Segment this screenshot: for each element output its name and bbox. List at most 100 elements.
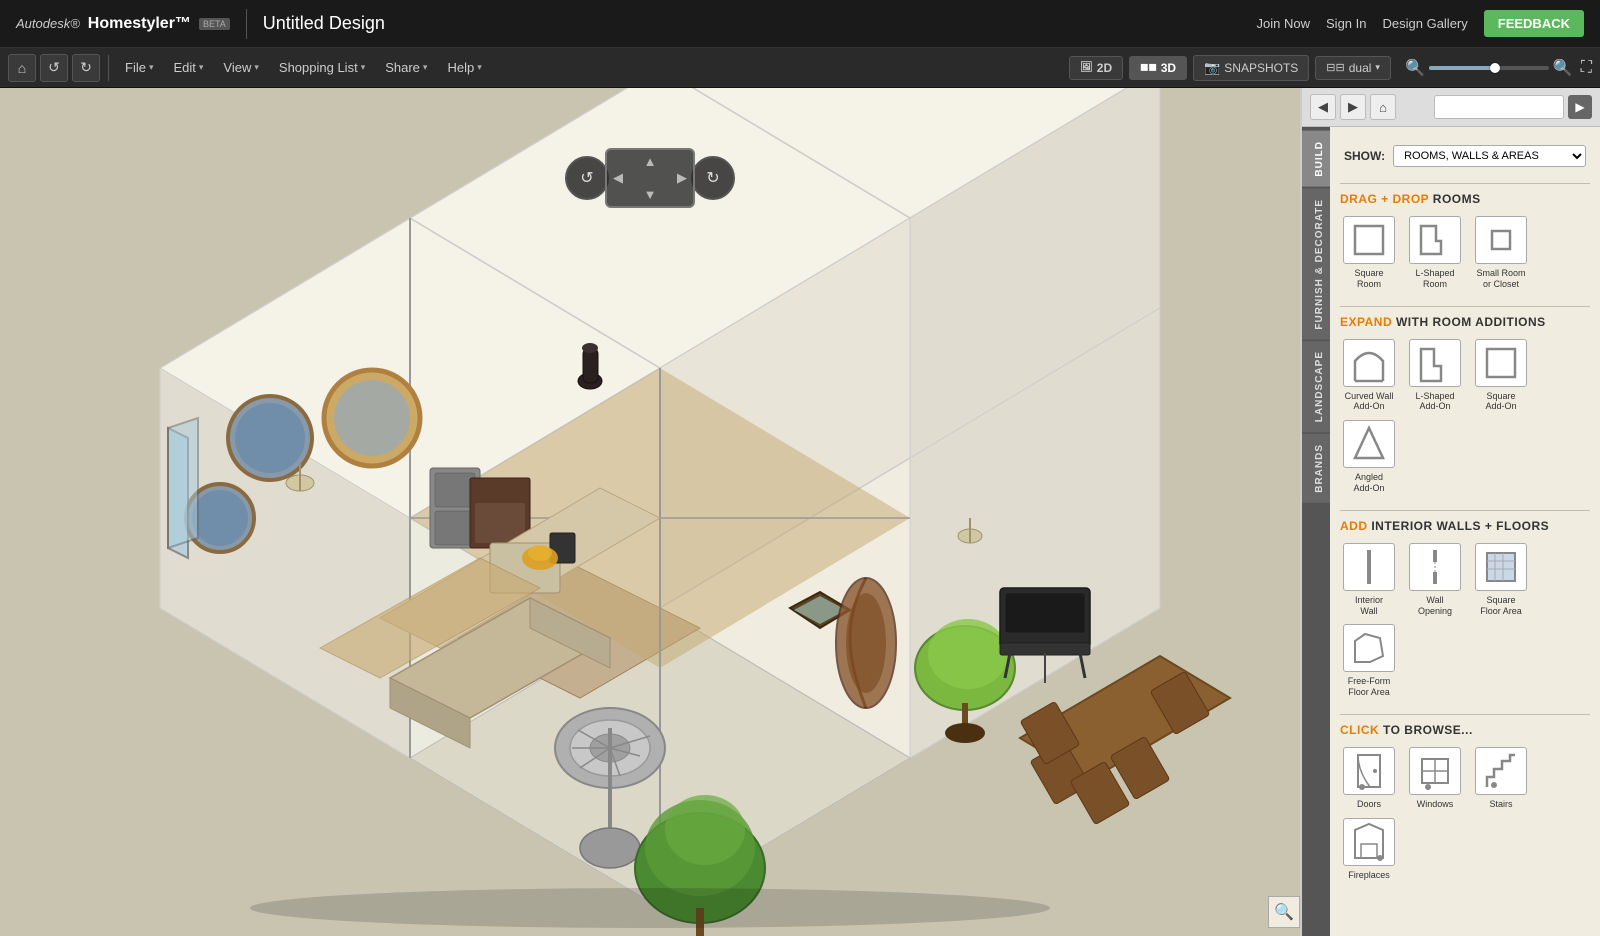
tab-furnish-decorate[interactable]: FURNISH & DECORATE bbox=[1302, 189, 1330, 340]
expand-highlight: EXPAND bbox=[1340, 315, 1396, 329]
panel-divider-1 bbox=[1340, 183, 1590, 184]
nav-center-control[interactable]: ▲ ▼ ◀ ▶ bbox=[605, 148, 695, 208]
square-addon-icon bbox=[1475, 339, 1527, 387]
stairs-item[interactable]: Stairs bbox=[1472, 747, 1530, 810]
floor-plan-svg bbox=[0, 88, 1300, 936]
magnifier-mini-map[interactable]: 🔍 bbox=[1268, 896, 1300, 928]
windows-item[interactable]: Windows bbox=[1406, 747, 1464, 810]
panel-home-button[interactable]: ⌂ bbox=[1370, 94, 1396, 120]
view-label: View bbox=[223, 60, 251, 75]
panel-search-row: ▶ bbox=[1434, 94, 1592, 120]
panel-search-input[interactable] bbox=[1434, 95, 1564, 119]
expand-icon[interactable]: ⛶ bbox=[1581, 59, 1592, 77]
viewport-3d[interactable]: ↺ ▲ ▼ ◀ ▶ ↻ bbox=[0, 88, 1300, 936]
wall-opening-svg bbox=[1416, 545, 1454, 589]
undo-button[interactable]: ↺ bbox=[40, 54, 68, 82]
drag-drop-rooms-section: DRAG + DROP ROOMS SquareRoom bbox=[1340, 192, 1590, 290]
undo-icon: ↺ bbox=[48, 59, 60, 76]
square-addon-item[interactable]: SquareAdd-On bbox=[1472, 339, 1530, 413]
doors-item[interactable]: Doors bbox=[1340, 747, 1398, 810]
wall-opening-label: WallOpening bbox=[1418, 595, 1452, 617]
panel-divider-4 bbox=[1340, 714, 1590, 715]
show-select[interactable]: ROOMS, WALLS & AREAS bbox=[1393, 145, 1586, 167]
zoom-slider-thumb bbox=[1490, 63, 1500, 73]
snapshots-button[interactable]: 📷 SNAPSHOTS bbox=[1193, 55, 1309, 81]
help-menu[interactable]: Help ▾ bbox=[439, 56, 489, 79]
l-shaped-addon-label: L-ShapedAdd-On bbox=[1415, 391, 1454, 413]
wall-opening-item[interactable]: WallOpening bbox=[1406, 543, 1464, 617]
interior-wall-item[interactable]: InteriorWall bbox=[1340, 543, 1398, 617]
homestyler-logo: Homestyler™ bbox=[88, 15, 191, 33]
edit-menu[interactable]: Edit ▾ bbox=[165, 56, 211, 79]
shopping-list-menu[interactable]: Shopping List ▾ bbox=[271, 56, 373, 79]
tab-landscape[interactable]: LANDSCAPE bbox=[1302, 341, 1330, 432]
angled-addon-item[interactable]: AngledAdd-On bbox=[1340, 420, 1398, 494]
pan-left-button[interactable]: ◀ bbox=[613, 170, 623, 186]
interior-walls-section: ADD INTERIOR WALLS + FLOORS InteriorWall bbox=[1340, 519, 1590, 698]
share-menu[interactable]: Share ▾ bbox=[377, 56, 435, 79]
click-highlight: CLICK bbox=[1340, 723, 1383, 737]
panel-divider-3 bbox=[1340, 510, 1590, 511]
curved-wall-item[interactable]: Curved WallAdd-On bbox=[1340, 339, 1398, 413]
view-2d-button[interactable]: 🖼 2D bbox=[1069, 56, 1123, 80]
home-button[interactable]: ⌂ bbox=[8, 54, 36, 82]
feedback-button[interactable]: FEEDBACK bbox=[1484, 10, 1584, 37]
square-room-item[interactable]: SquareRoom bbox=[1340, 216, 1398, 290]
freeform-floor-item[interactable]: Free-FormFloor Area bbox=[1340, 624, 1398, 698]
l-shaped-room-item[interactable]: L-ShapedRoom bbox=[1406, 216, 1464, 290]
square-floor-item[interactable]: SquareFloor Area bbox=[1472, 543, 1530, 617]
panel-forward-button[interactable]: ▶ bbox=[1340, 94, 1366, 120]
doors-svg bbox=[1350, 749, 1388, 793]
zoom-bar: 🔍 🔍 ⛶ bbox=[1405, 58, 1592, 78]
back-icon: ◀ bbox=[1318, 99, 1328, 115]
pan-up-button[interactable]: ▲ bbox=[644, 154, 657, 169]
view-menu[interactable]: View ▾ bbox=[215, 56, 266, 79]
angled-addon-label: AngledAdd-On bbox=[1353, 472, 1384, 494]
view-2d-label: 2D bbox=[1097, 61, 1112, 75]
stairs-icon bbox=[1475, 747, 1527, 795]
rotate-right-button[interactable]: ↻ bbox=[691, 156, 735, 200]
pan-right-button[interactable]: ▶ bbox=[677, 170, 687, 186]
dual-arrow-icon: ▾ bbox=[1375, 62, 1380, 73]
panel-with-tabs: BUILD FURNISH & DECORATE LANDSCAPE BRAND… bbox=[1302, 127, 1600, 936]
camera-icon: 📷 bbox=[1204, 60, 1220, 76]
view-3d-button[interactable]: ◼◼ 3D bbox=[1129, 56, 1187, 80]
sign-in-link[interactable]: Sign In bbox=[1326, 16, 1366, 31]
dual-button[interactable]: ⊟⊟ dual ▾ bbox=[1315, 56, 1391, 80]
file-menu[interactable]: File ▾ bbox=[117, 56, 161, 79]
browse-suffix: TO BROWSE... bbox=[1383, 723, 1473, 737]
view-3d-label: 3D bbox=[1161, 61, 1176, 75]
doors-icon bbox=[1343, 747, 1395, 795]
interior-walls-suffix: INTERIOR WALLS + FLOORS bbox=[1371, 519, 1549, 533]
zoom-slider[interactable] bbox=[1429, 66, 1549, 70]
click-browse-section: CLICK TO BROWSE... bbox=[1340, 723, 1590, 881]
small-room-icon bbox=[1475, 216, 1527, 264]
tab-build[interactable]: BUILD bbox=[1302, 131, 1330, 187]
panel-back-button[interactable]: ◀ bbox=[1310, 94, 1336, 120]
pan-down-button[interactable]: ▼ bbox=[644, 187, 657, 202]
home-icon: ⌂ bbox=[18, 60, 26, 76]
l-room-svg bbox=[1416, 221, 1454, 259]
square-addon-svg bbox=[1482, 341, 1520, 385]
join-now-link[interactable]: Join Now bbox=[1257, 16, 1310, 31]
snapshots-label: SNAPSHOTS bbox=[1224, 61, 1298, 75]
zoom-in-icon[interactable]: 🔍 bbox=[1553, 58, 1573, 78]
design-gallery-link[interactable]: Design Gallery bbox=[1383, 16, 1468, 31]
magnifier-icon: 🔍 bbox=[1274, 902, 1294, 922]
design-title: Untitled Design bbox=[263, 13, 385, 34]
rooms-suffix: ROOMS bbox=[1433, 192, 1481, 206]
zoom-out-icon[interactable]: 🔍 bbox=[1405, 58, 1425, 78]
windows-icon bbox=[1409, 747, 1461, 795]
l-shaped-addon-icon bbox=[1409, 339, 1461, 387]
interior-wall-label: InteriorWall bbox=[1355, 595, 1383, 617]
fireplaces-item[interactable]: Fireplaces bbox=[1340, 818, 1398, 881]
stairs-label: Stairs bbox=[1489, 799, 1512, 810]
redo-button[interactable]: ↻ bbox=[72, 54, 100, 82]
rotate-left-button[interactable]: ↺ bbox=[565, 156, 609, 200]
small-room-item[interactable]: Small Roomor Closet bbox=[1472, 216, 1530, 290]
wall-opening-icon bbox=[1409, 543, 1461, 591]
curved-wall-icon bbox=[1343, 339, 1395, 387]
panel-search-button[interactable]: ▶ bbox=[1568, 95, 1592, 119]
tab-brands[interactable]: BRANDS bbox=[1302, 434, 1330, 503]
l-shaped-addon-item[interactable]: L-ShapedAdd-On bbox=[1406, 339, 1464, 413]
